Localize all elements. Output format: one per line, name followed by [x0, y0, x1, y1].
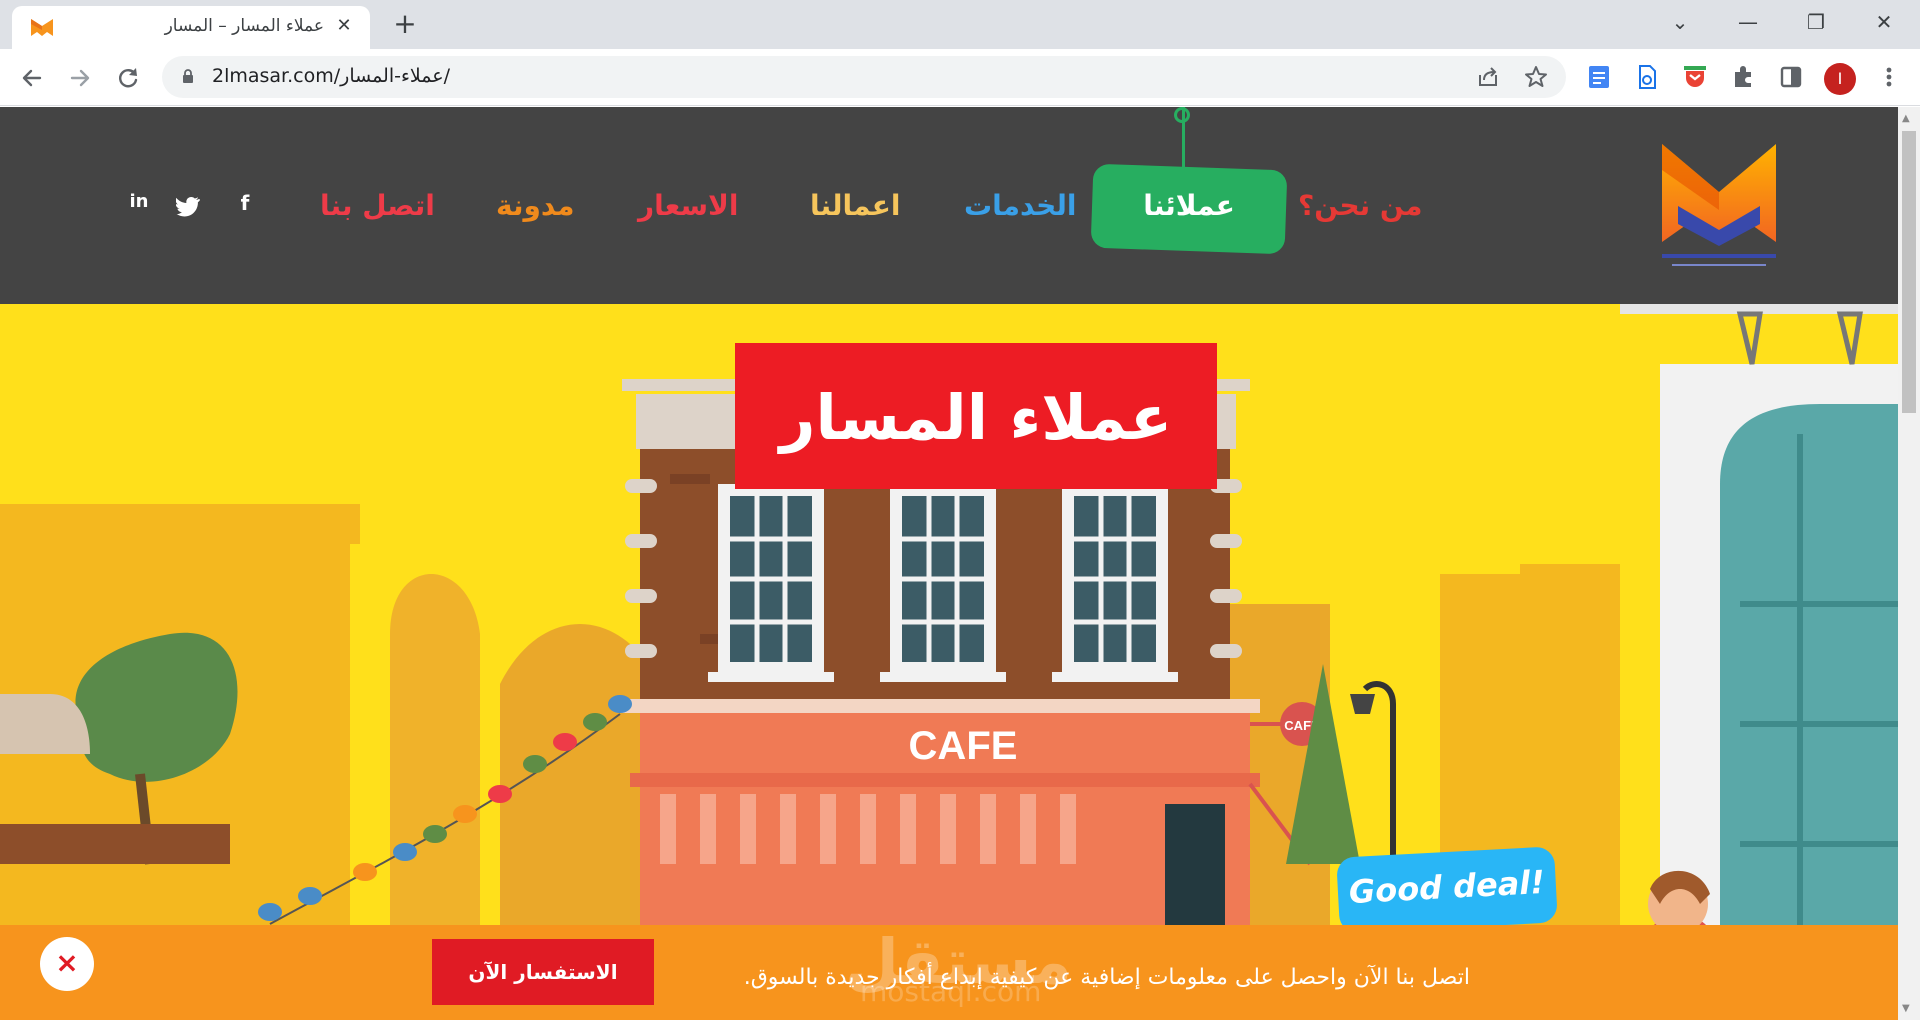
page-scrollbar[interactable]: ▲ ▼	[1898, 107, 1920, 1020]
hero-section: CAFE CAFE عملاء المسار Good deal!	[0, 304, 1898, 1020]
sidepanel-icon[interactable]	[1776, 62, 1806, 92]
restore-button[interactable]: ❐	[1796, 8, 1836, 38]
minimize-button[interactable]: —	[1728, 8, 1768, 38]
share-icon[interactable]	[1474, 63, 1502, 91]
tab-search-icon[interactable]: ⌄	[1660, 8, 1700, 38]
nav-item-clients[interactable]: عملائنا	[1090, 163, 1288, 255]
nav-item-blog[interactable]: مدونة	[496, 189, 574, 222]
site-header: عملائنا من نحن؟ الخدمات اعمالنا الاسعار …	[0, 107, 1898, 304]
profile-avatar[interactable]: I	[1824, 63, 1856, 95]
nav-item-contact[interactable]: اتصل بنا	[320, 189, 435, 222]
tab-close-icon[interactable]: ✕	[332, 14, 356, 38]
menu-hanger-line	[1182, 107, 1185, 167]
lock-icon	[183, 69, 193, 83]
scroll-up-icon[interactable]: ▲	[1902, 113, 1910, 124]
page-title-box: عملاء المسار	[735, 343, 1217, 489]
close-icon[interactable]: ×	[40, 937, 94, 991]
tab-strip: عملاء المسار – المسار ✕ + ⌄ — ❐ ✕	[0, 0, 1920, 49]
reload-icon[interactable]	[112, 62, 144, 94]
nav-item-clients-label: عملائنا	[1143, 189, 1235, 223]
inquire-now-button[interactable]: الاستفسار الآن	[432, 939, 654, 1005]
docs-extension-icon[interactable]	[1584, 62, 1614, 92]
nav-item-prices[interactable]: الاسعار	[638, 189, 738, 222]
cta-bar: مستقل mostaql.com اتصل بنا الآن واحصل عل…	[0, 925, 1898, 1020]
browser-tab[interactable]: عملاء المسار – المسار ✕	[12, 6, 370, 49]
browser-window: { "browser": { "tab_title": "عملاء المسا…	[0, 0, 1920, 1020]
tab-title: عملاء المسار – المسار	[164, 16, 324, 36]
scroll-down-icon[interactable]: ▼	[1902, 1003, 1910, 1014]
speech-bubble: Good deal!	[1336, 846, 1558, 934]
pocket-extension-icon[interactable]	[1680, 62, 1710, 92]
url-text: 2lmasar.com/عملاء-المسار/	[212, 65, 450, 87]
close-window-button[interactable]: ✕	[1864, 8, 1904, 38]
almasar-logo[interactable]	[1658, 140, 1780, 275]
cafe-sign: CAFE	[909, 724, 1018, 768]
address-bar[interactable]: 2lmasar.com/عملاء-المسار/	[162, 56, 1566, 98]
scroll-thumb[interactable]	[1902, 131, 1916, 413]
nav-item-services[interactable]: الخدمات	[964, 189, 1076, 222]
twitter-icon[interactable]	[176, 195, 200, 217]
puzzle-icon[interactable]	[1728, 62, 1758, 92]
new-tab-button[interactable]: +	[390, 10, 420, 40]
forward-icon[interactable]	[64, 62, 96, 94]
file-extension-icon[interactable]	[1632, 62, 1662, 92]
speech-bubble-text: Good deal!	[1347, 862, 1546, 912]
menu-kebab-icon[interactable]	[1874, 62, 1904, 92]
nav-item-about[interactable]: من نحن؟	[1298, 189, 1422, 222]
page-title: عملاء المسار	[779, 381, 1173, 454]
web-page: عملائنا من نحن؟ الخدمات اعمالنا الاسعار …	[0, 107, 1898, 1020]
cta-text: اتصل بنا الآن واحصل على معلومات إضافية ع…	[743, 965, 1470, 990]
browser-toolbar: 2lmasar.com/عملاء-المسار/ I	[0, 49, 1920, 106]
linkedin-icon[interactable]: in	[124, 191, 154, 212]
site-favicon-icon	[31, 19, 53, 36]
star-icon[interactable]	[1522, 63, 1550, 91]
back-icon[interactable]	[16, 62, 48, 94]
facebook-icon[interactable]: f	[230, 191, 260, 215]
nav-item-works[interactable]: اعمالنا	[810, 189, 900, 222]
